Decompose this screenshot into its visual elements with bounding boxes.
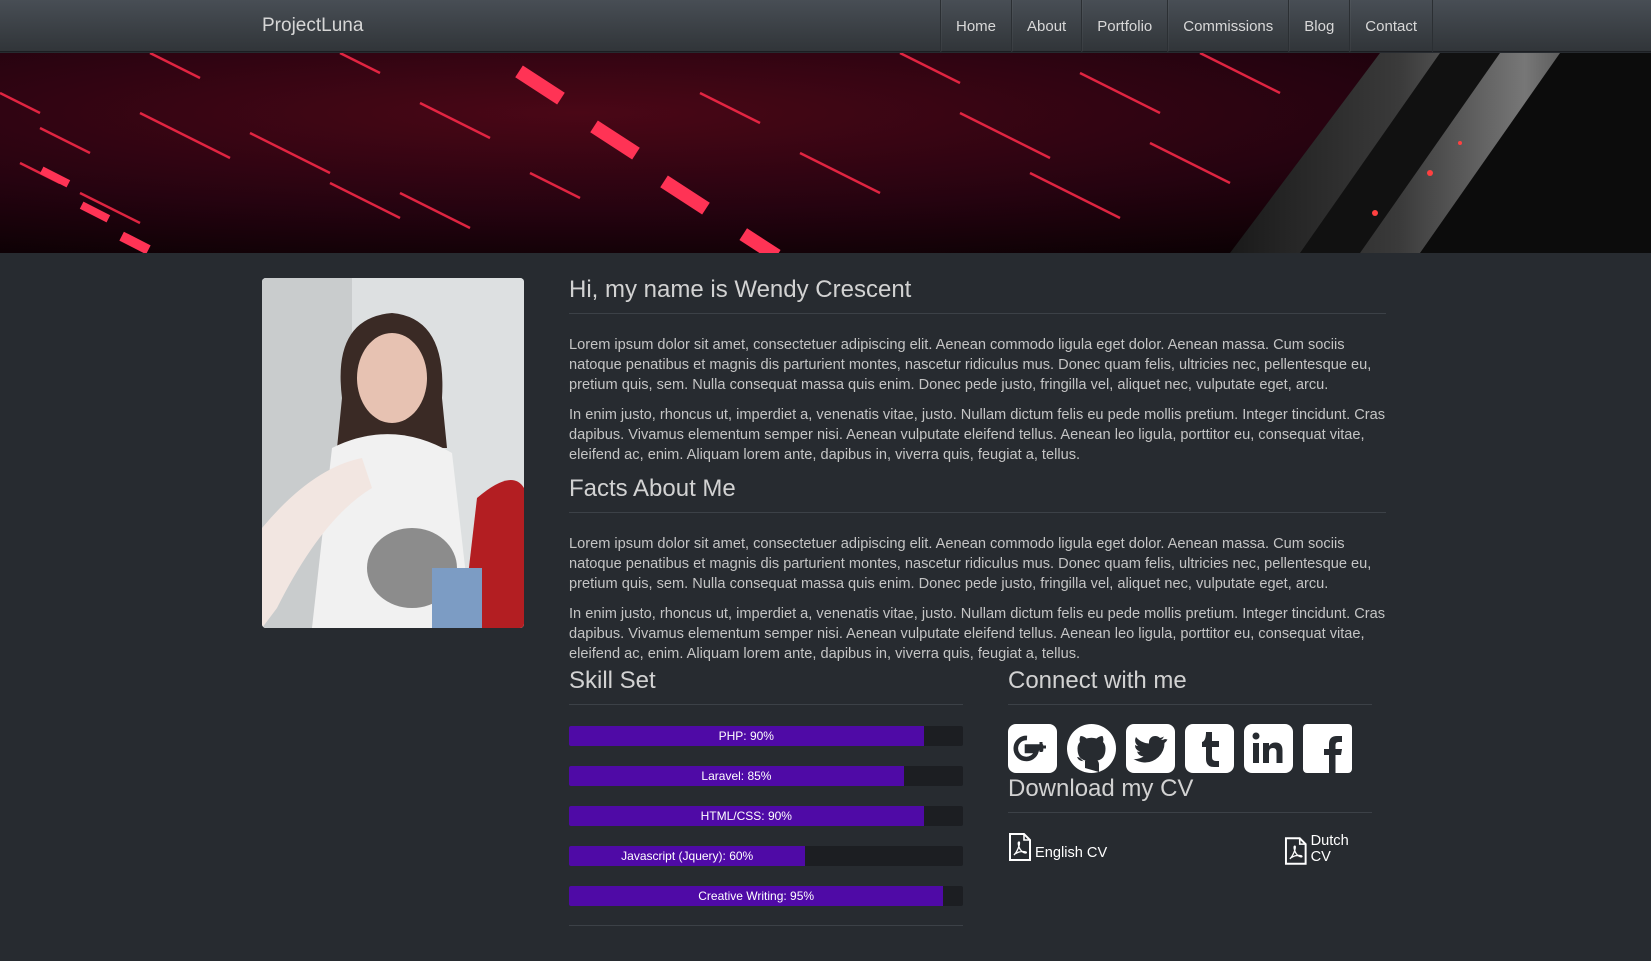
about-paragraph-2: In enim justo, rhoncus ut, imperdiet a, …: [569, 407, 1386, 463]
english-cv-label: English CV: [1035, 845, 1108, 861]
cv-downloads: English CV Dutch CV: [1008, 833, 1372, 869]
skill-bar-label: Laravel: 85%: [701, 769, 772, 783]
skill-bar-label: Creative Writing: 95%: [698, 889, 815, 903]
dutch-cv-label: Dutch CV: [1310, 833, 1349, 865]
linkedin-icon[interactable]: [1244, 724, 1293, 773]
skill-bar: Laravel: 85%: [569, 766, 963, 786]
pdf-icon: [1284, 837, 1307, 865]
hero-banner: [0, 53, 1651, 253]
skill-bar: PHP: 90%: [569, 726, 963, 746]
nav-menu: Home About Portfolio Commissions Blog Co…: [940, 0, 1433, 52]
twitter-icon[interactable]: [1126, 724, 1175, 773]
skill-bar-label: PHP: 90%: [718, 729, 774, 743]
nav-about[interactable]: About: [1012, 0, 1083, 52]
connect-section: Connect with me Download my CV English C…: [1008, 667, 1372, 869]
facts-paragraph-2: In enim justo, rhoncus ut, imperdiet a, …: [569, 606, 1386, 662]
github-icon[interactable]: [1067, 724, 1116, 773]
brand-logo[interactable]: ProjectLuna: [262, 15, 363, 37]
about-heading: Hi, my name is Wendy Crescent: [569, 276, 1386, 314]
skill-bar-label: Javascript (Jquery): 60%: [621, 849, 754, 863]
facts-paragraph-1: Lorem ipsum dolor sit amet, consectetuer…: [569, 536, 1372, 592]
social-links: [1008, 724, 1372, 773]
pdf-icon: [1009, 833, 1031, 861]
skill-bar-label: HTML/CSS: 90%: [700, 809, 792, 823]
skill-bar: Creative Writing: 95%: [569, 886, 963, 906]
nav-contact[interactable]: Contact: [1350, 0, 1433, 52]
skill-bar: HTML/CSS: 90%: [569, 806, 963, 826]
english-cv-link[interactable]: English CV: [1008, 833, 1107, 861]
skills-divider: [569, 925, 963, 926]
cv-heading: Download my CV: [1008, 775, 1372, 813]
main-content: Hi, my name is Wendy Crescent Lorem ipsu…: [569, 276, 1386, 674]
facebook-icon[interactable]: [1303, 724, 1352, 773]
skills-heading: Skill Set: [569, 667, 963, 705]
nav-blog[interactable]: Blog: [1289, 0, 1351, 52]
tumblr-icon[interactable]: [1185, 724, 1234, 773]
google-plus-icon[interactable]: [1008, 724, 1057, 773]
dutch-cv-link[interactable]: Dutch CV: [1284, 833, 1372, 865]
nav-commissions[interactable]: Commissions: [1168, 0, 1290, 52]
skill-set: Skill Set PHP: 90% Laravel: 85% HTML/CSS: …: [569, 667, 963, 926]
profile-photo: [262, 278, 524, 628]
skill-bar: Javascript (Jquery): 60%: [569, 846, 963, 866]
connect-heading: Connect with me: [1008, 667, 1372, 705]
about-paragraph-1: Lorem ipsum dolor sit amet, consectetuer…: [569, 337, 1372, 393]
nav-home[interactable]: Home: [941, 0, 1013, 52]
skill-list: PHP: 90% Laravel: 85% HTML/CSS: 90% Javascr…: [569, 726, 963, 906]
facts-heading: Facts About Me: [569, 475, 1386, 513]
nav-portfolio[interactable]: Portfolio: [1082, 0, 1169, 52]
navbar: ProjectLuna Home About Portfolio Commiss…: [0, 0, 1651, 52]
